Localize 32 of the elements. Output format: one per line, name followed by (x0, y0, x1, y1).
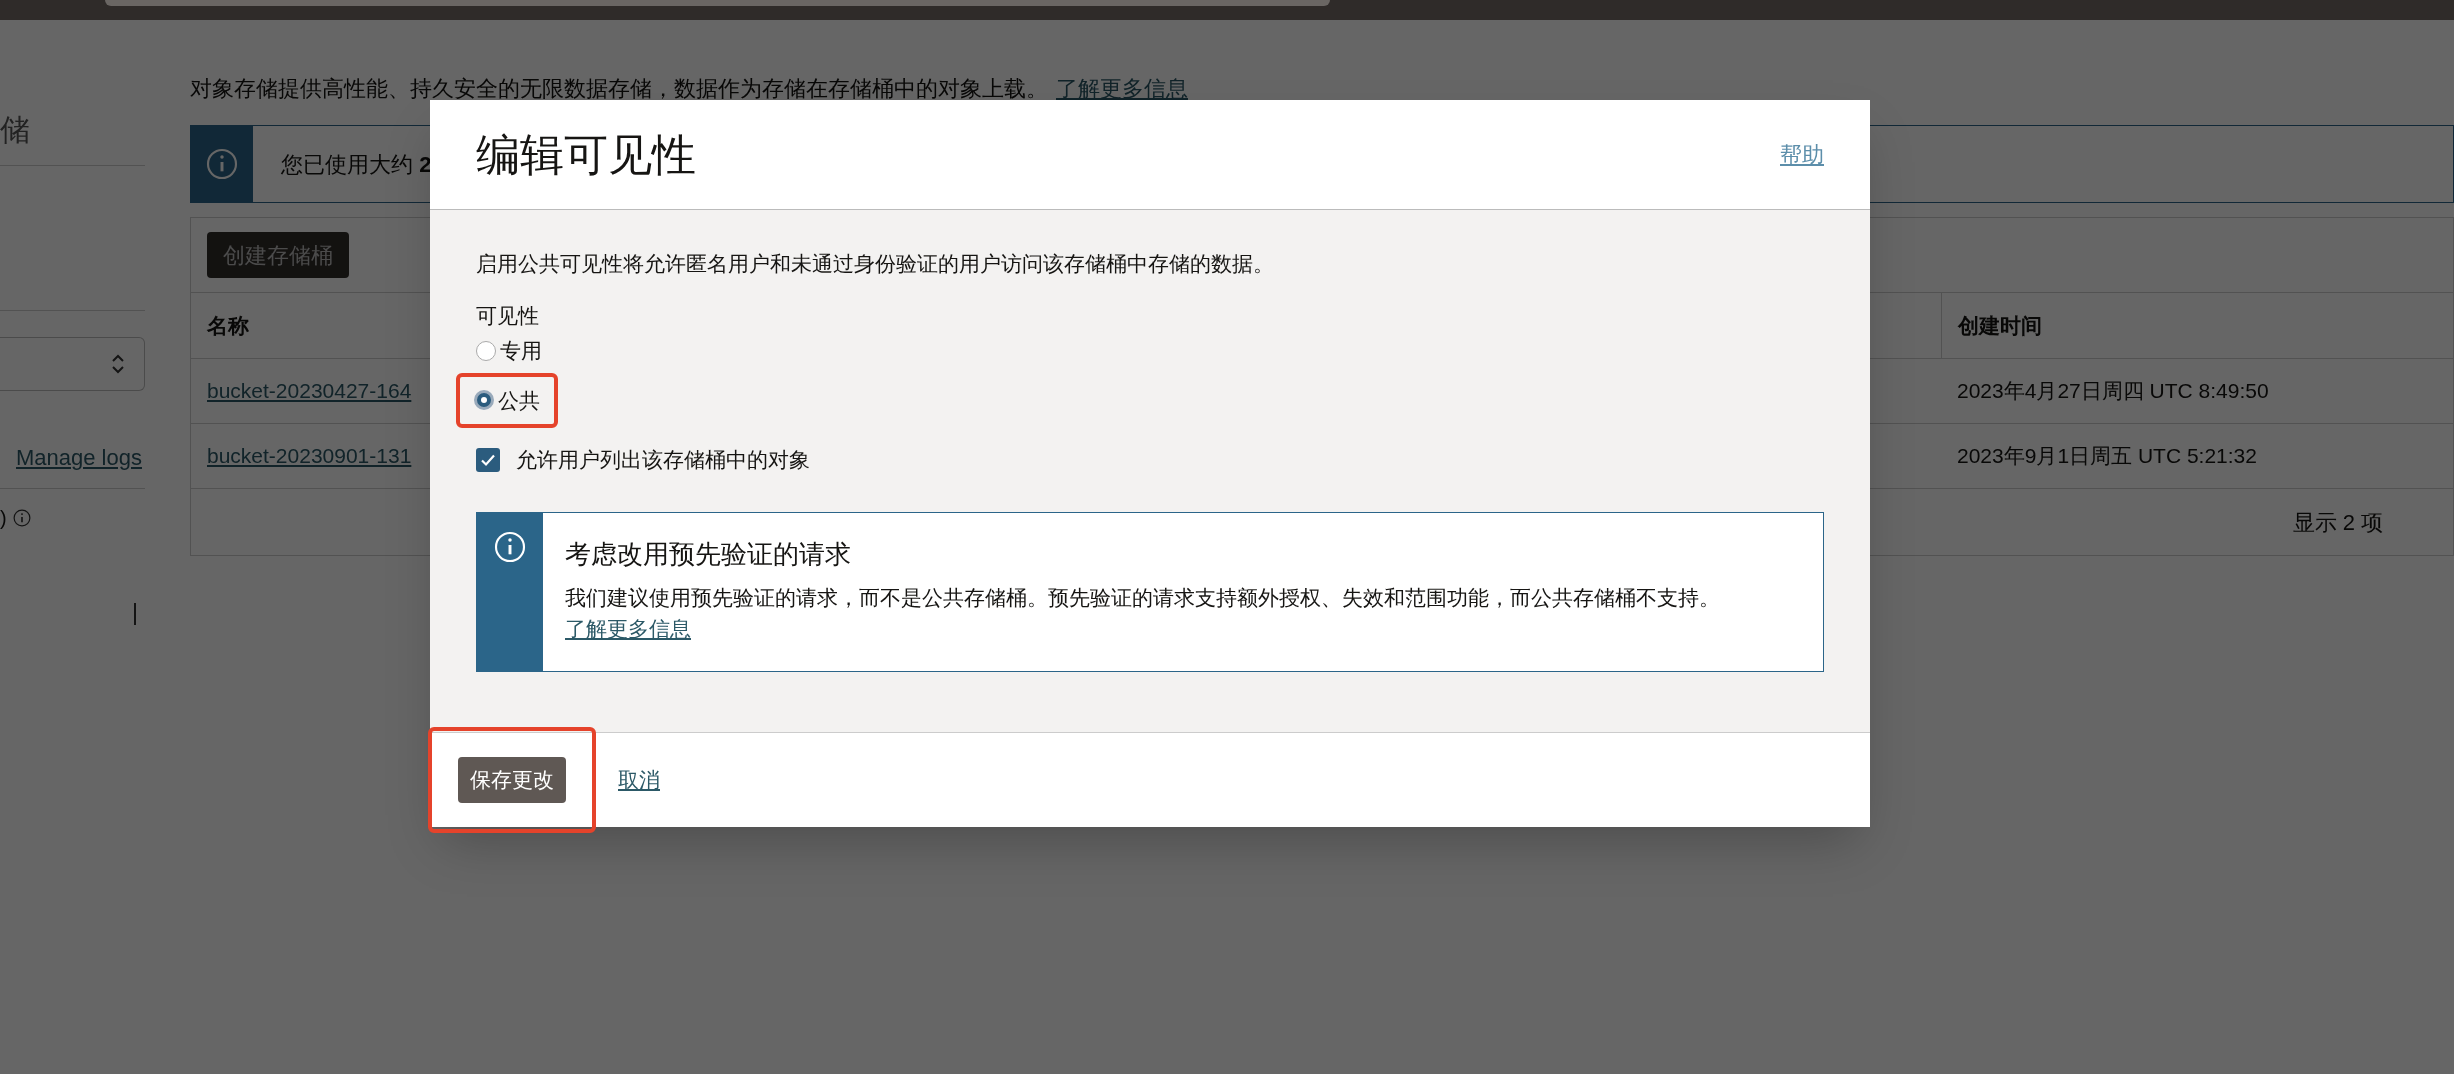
info-icon (12, 509, 31, 527)
column-header: 创建时间 (1941, 293, 2453, 359)
notice-text: 我们建议使用预先验证的请求，而不是公共存储桶。预先验证的请求支持额外授权、失效和范围功能，而公共存储桶不支持。 (565, 584, 1720, 611)
dialog-title: 编辑可见性 (476, 128, 696, 181)
table-cell-text: 2023年9月1日周五 UTC 5:21:32 (1957, 443, 2257, 470)
notice-title: 考虑改用预先验证的请求 (565, 537, 851, 571)
bucket-link[interactable]: bucket-20230901-131 (207, 440, 412, 472)
checkbox[interactable] (476, 447, 500, 472)
chevron-icon (110, 352, 126, 376)
info-icon (206, 148, 238, 180)
learn-more-link[interactable]: 了解更多信息 (565, 613, 691, 645)
text-cursor (134, 603, 136, 625)
manage-logs-link[interactable]: Manage logs (16, 441, 145, 474)
help-link[interactable]: 帮助 (1780, 138, 1824, 171)
bucket-link[interactable]: bucket-20230427-164 (207, 375, 412, 407)
address-bar[interactable] (105, 0, 1330, 6)
learn-more-link[interactable]: 了解更多信息 (1056, 76, 1188, 101)
info-icon (494, 530, 526, 563)
note-text: ) (0, 506, 7, 531)
visibility-label: 可见性 (476, 302, 540, 329)
item-count: 显示 2 项 (2292, 508, 2383, 537)
radio-icon (476, 340, 496, 361)
save-changes-button[interactable]: 保存更改 (458, 756, 566, 803)
table-cell-text: 2023年4月27日周四 UTC 8:49:50 (1957, 378, 2269, 405)
select-field[interactable] (0, 337, 145, 391)
dialog-description: 启用公共可见性将允许匿名用户和未通过身份验证的用户访问该存储桶中存储的数据。 (476, 251, 1275, 277)
usage-text: 您已使用大约 2 (281, 150, 432, 179)
radio-icon (474, 390, 494, 411)
checkbox-label: 允许用户列出该存储桶中的对象 (516, 447, 810, 473)
sidebar-title: 储 (0, 112, 31, 148)
radio-option[interactable]: 公共 (474, 384, 540, 416)
cancel-link[interactable]: 取消 (618, 763, 660, 796)
